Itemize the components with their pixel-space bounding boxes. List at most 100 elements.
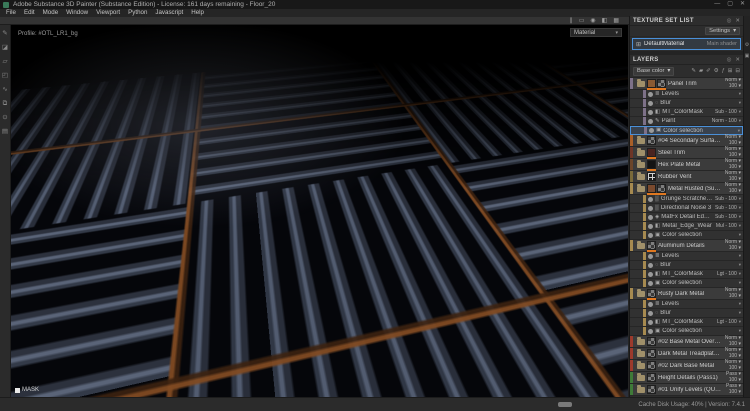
blend-opacity-label[interactable]: Sub - 100 — [715, 109, 737, 115]
tool-material-picker-icon[interactable]: ⊙ — [2, 114, 7, 121]
close-icon[interactable]: ✕ — [735, 57, 740, 63]
close-icon[interactable]: ✕ — [735, 18, 740, 24]
visibility-eye-icon[interactable] — [648, 263, 653, 268]
blend-opacity-controls[interactable]: Norm ▾ 100 ▾ — [725, 348, 741, 359]
blend-opacity-controls[interactable]: Pass ▾ 100 ▾ — [726, 384, 741, 395]
viewport-3d[interactable]: Profile: #OTL_LR1_bg Material ▾ MASK — [11, 25, 628, 397]
tool-eraser-icon[interactable]: ◪ — [2, 44, 8, 51]
chevron-down-icon[interactable]: ▾ — [739, 205, 741, 211]
visibility-eye-icon[interactable] — [648, 302, 653, 307]
visibility-eye-icon[interactable] — [648, 197, 653, 202]
chevron-down-icon[interactable]: ▾ — [739, 232, 741, 238]
visibility-eye-icon[interactable] — [648, 233, 653, 238]
folder-icon[interactable]: ⊞ — [728, 68, 733, 74]
pin-icon[interactable]: ◎ — [727, 18, 732, 24]
blend-opacity-label[interactable]: Norm - 100 — [712, 118, 737, 124]
layer-group-row[interactable]: Aluminum Details Norm ▾ 100 ▾ — [630, 240, 743, 252]
visibility-eye-icon[interactable] — [649, 128, 654, 133]
tool-smudge-icon[interactable]: ∿ — [2, 86, 7, 93]
channel-selector-dropdown[interactable]: Base color ▾ — [633, 67, 674, 76]
visibility-eye-icon[interactable] — [648, 254, 653, 259]
chevron-down-icon[interactable]: ▾ — [739, 262, 741, 268]
visibility-eye-icon[interactable] — [648, 101, 653, 106]
blend-opacity-label[interactable]: Lgt - 100 — [717, 319, 737, 325]
layer-effect-row[interactable]: ◌ Blur ▾ — [630, 309, 743, 318]
opacity-dropdown[interactable]: 100 ▾ — [729, 390, 741, 396]
blend-opacity-controls[interactable]: Norm ▾ 100 ▾ — [725, 288, 741, 299]
layer-group-row[interactable]: Metal Rusted (Super) Norm ▾ 100 ▾ — [630, 183, 743, 195]
blend-opacity-controls[interactable]: Norm ▾ 100 ▾ — [725, 135, 741, 146]
blend-opacity-controls[interactable]: Norm ▾ 100 ▾ — [725, 240, 741, 251]
visibility-eye-icon[interactable] — [648, 320, 653, 325]
opacity-dropdown[interactable]: 100 ▾ — [729, 294, 741, 300]
single-view-icon[interactable]: ▭ — [579, 17, 585, 25]
chevron-down-icon[interactable]: ▾ — [739, 253, 741, 259]
layer-effect-row[interactable]: ▒ Grunge Scratches... Sub - 100 ▾ — [630, 195, 743, 204]
layer-effect-row[interactable]: ◧ MT_ColorMask Lgt - 100 ▾ — [630, 318, 743, 327]
maximize-button[interactable]: ▢ — [727, 0, 733, 9]
visibility-eye-icon[interactable] — [648, 110, 653, 115]
blend-opacity-controls[interactable]: Norm ▾ 100 ▾ — [725, 159, 741, 170]
menu-file[interactable]: File — [2, 9, 20, 17]
camera-icon[interactable]: ◉ — [590, 17, 595, 25]
layer-effect-row[interactable]: ◌ Blur ▾ — [630, 99, 743, 108]
blend-opacity-controls[interactable]: Norm ▾ 100 ▾ — [725, 147, 741, 158]
tool-polygon-fill-icon[interactable]: ◰ — [2, 72, 8, 79]
layer-effect-row[interactable]: ◧ MT_ColorMask Lgt - 100 ▾ — [630, 270, 743, 279]
wrench-icon[interactable]: ⚙ — [714, 68, 719, 74]
layer-group-row[interactable]: Rusty Dark Metal Norm ▾ 100 ▾ — [630, 288, 743, 300]
visibility-eye-icon[interactable] — [648, 281, 653, 286]
fx-icon[interactable]: ƒ — [722, 68, 725, 74]
visibility-eye-icon[interactable] — [648, 272, 653, 277]
trash-icon[interactable]: ⊟ — [735, 68, 740, 74]
tool-paint-icon[interactable]: ✎ — [2, 30, 7, 37]
blend-opacity-controls[interactable]: Norm ▾ 100 ▾ — [725, 171, 741, 182]
chevron-down-icon[interactable]: ▾ — [739, 310, 741, 316]
visibility-eye-icon[interactable] — [648, 92, 653, 97]
layer-effect-row[interactable]: ◧ Metal_Edge_Wear Mul - 100 ▾ — [630, 222, 743, 231]
menu-python[interactable]: Python — [124, 9, 151, 17]
chevron-down-icon[interactable]: ▾ — [739, 223, 741, 229]
blend-opacity-label[interactable]: Lgt - 100 — [717, 271, 737, 277]
chevron-down-icon[interactable]: ▾ — [739, 109, 741, 115]
chevron-down-icon[interactable]: ▾ — [739, 301, 741, 307]
display-settings-icon[interactable]: ⚙ — [745, 42, 749, 48]
layer-effect-row[interactable]: ▒ Directional Noise 3 Sub - 100 ▾ — [630, 204, 743, 213]
close-button[interactable]: ✕ — [740, 0, 745, 9]
blend-opacity-controls[interactable]: Norm ▾ 100 ▾ — [725, 360, 741, 371]
layer-effect-row[interactable]: ◈ MatFx Detail Edge... Sub - 100 ▾ — [630, 213, 743, 222]
settings-dropdown[interactable]: Settings ▾ — [705, 27, 740, 35]
menu-mode[interactable]: Mode — [39, 9, 62, 17]
chevron-down-icon[interactable]: ▾ — [738, 128, 740, 134]
display-mode-dropdown[interactable]: Material ▾ — [570, 28, 622, 37]
menu-window[interactable]: Window — [62, 9, 92, 17]
brush-icon[interactable]: ✎ — [691, 68, 696, 74]
chevron-down-icon[interactable]: ▾ — [739, 280, 741, 286]
chevron-down-icon[interactable]: ▾ — [739, 271, 741, 277]
tool-export-icon[interactable]: ▤ — [2, 128, 8, 135]
blend-opacity-label[interactable]: Sub - 100 — [715, 196, 737, 202]
fill-icon[interactable]: ▰ — [699, 68, 703, 74]
menu-viewport[interactable]: Viewport — [92, 9, 124, 17]
blend-opacity-label[interactable]: Mul - 100 — [716, 223, 737, 229]
blend-opacity-label[interactable]: Sub - 100 — [715, 205, 737, 211]
pencil-icon[interactable]: ✐ — [706, 68, 711, 74]
tool-projection-icon[interactable]: ▱ — [3, 58, 8, 65]
menu-help[interactable]: Help — [187, 9, 208, 17]
layer-effect-row[interactable]: ≣ Levels ▾ — [630, 252, 743, 261]
layer-group-row[interactable]: #01 Unify Levels (QUAD SITTING)Pass ▾100… — [630, 384, 743, 396]
visibility-eye-icon[interactable] — [648, 119, 653, 124]
pin-icon[interactable]: ◎ — [727, 57, 732, 63]
blend-opacity-controls[interactable]: Norm ▾ 100 ▾ — [725, 336, 741, 347]
opacity-dropdown[interactable]: 100 ▾ — [729, 84, 741, 90]
shader-settings-icon[interactable]: ▣ — [745, 53, 750, 59]
layer-group-row[interactable]: Panel Trim Norm ▾ 100 ▾ — [630, 78, 743, 90]
layer-effect-row[interactable]: ≣ Levels ▾ — [630, 300, 743, 309]
render-mode-icon[interactable]: ◧ — [602, 17, 608, 25]
layer-effect-row[interactable]: ✎ Paint Norm - 100 ▾ — [630, 117, 743, 126]
visibility-eye-icon[interactable] — [648, 311, 653, 316]
tool-clone-icon[interactable]: ⧉ — [3, 100, 8, 107]
blend-opacity-controls[interactable]: Norm ▾ 100 ▾ — [725, 78, 741, 89]
chevron-down-icon[interactable]: ▾ — [739, 328, 741, 334]
visibility-eye-icon[interactable] — [648, 215, 653, 220]
